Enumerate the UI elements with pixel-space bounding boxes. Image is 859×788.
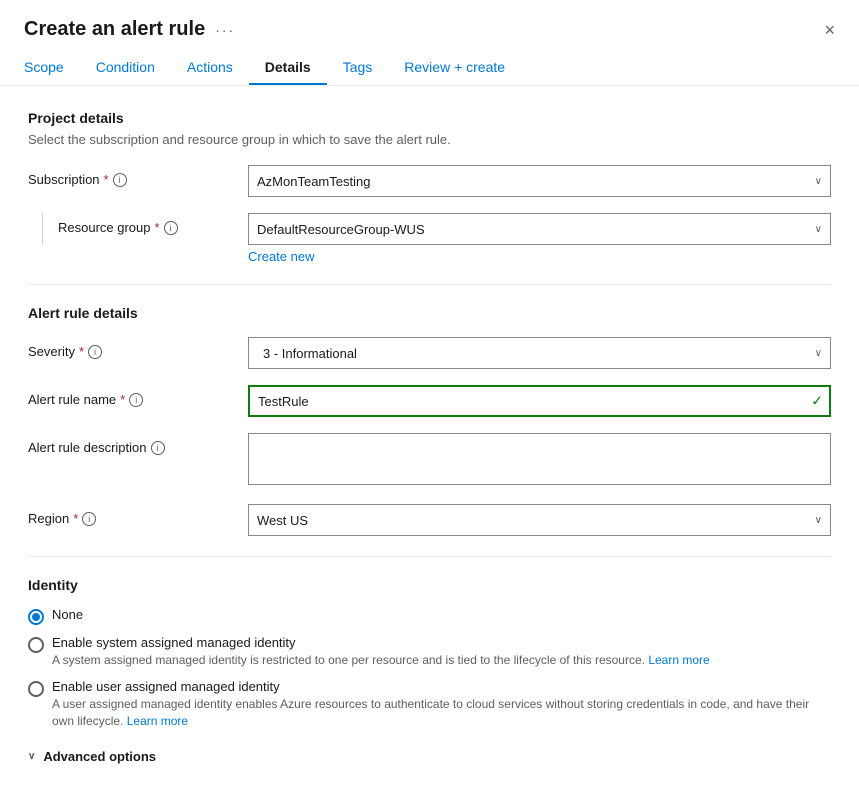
nav-tabs: Scope Condition Actions Details Tags Rev… — [0, 51, 859, 86]
subscription-select[interactable]: AzMonTeamTesting ∨ — [248, 165, 831, 197]
identity-section: Identity None Enable system assigned man… — [28, 577, 831, 729]
subscription-group: Subscription * i AzMonTeamTesting ∨ — [28, 165, 831, 197]
identity-system-radio[interactable] — [28, 637, 44, 653]
subscription-control: AzMonTeamTesting ∨ — [248, 165, 831, 197]
alert-rule-name-input-wrapper: ✓ — [248, 385, 831, 417]
severity-info-icon: i — [88, 345, 102, 359]
alert-rule-desc-input[interactable] — [248, 433, 831, 485]
advanced-options-label: Advanced options — [43, 749, 156, 764]
identity-user-option: Enable user assigned managed identity A … — [28, 679, 831, 730]
tab-tags[interactable]: Tags — [327, 51, 389, 85]
region-group: Region * i West US ∨ — [28, 504, 831, 536]
identity-none-label-wrapper: None — [52, 607, 83, 622]
identity-user-desc: A user assigned managed identity enables… — [52, 696, 831, 730]
tab-condition[interactable]: Condition — [80, 51, 171, 85]
identity-system-label: Enable system assigned managed identity — [52, 635, 710, 650]
subscription-chevron-icon: ∨ — [815, 176, 822, 187]
severity-value: 3 - Informational — [263, 346, 357, 361]
severity-required: * — [79, 344, 84, 359]
project-details-desc: Select the subscription and resource gro… — [28, 132, 831, 147]
resource-group-group: Resource group * i DefaultResourceGroup-… — [28, 213, 831, 264]
severity-control: 3 - Informational ∨ — [248, 337, 831, 369]
region-label: Region * i — [28, 504, 248, 526]
identity-system-learn-more-link[interactable]: Learn more — [648, 653, 709, 667]
divider-2 — [28, 556, 831, 557]
alert-rule-name-control: ✓ — [248, 385, 831, 417]
identity-user-learn-more-link[interactable]: Learn more — [127, 714, 188, 728]
resource-group-label: Resource group * i — [58, 213, 248, 235]
advanced-options-chevron-icon: ∨ — [28, 751, 35, 762]
identity-user-label-wrapper: Enable user assigned managed identity A … — [52, 679, 831, 730]
subscription-info-icon: i — [113, 173, 127, 187]
severity-label: Severity * i — [28, 337, 248, 359]
divider-1 — [28, 284, 831, 285]
resource-group-control: DefaultResourceGroup-WUS ∨ Create new — [248, 213, 831, 264]
region-control: West US ∨ — [248, 504, 831, 536]
resource-group-select[interactable]: DefaultResourceGroup-WUS ∨ — [248, 213, 831, 245]
resource-group-info-icon: i — [164, 221, 178, 235]
sub-line — [42, 213, 43, 245]
dialog-title-text: Create an alert rule — [24, 18, 205, 41]
resource-group-chevron-icon: ∨ — [815, 224, 822, 235]
region-value: West US — [257, 513, 308, 528]
alert-rule-name-group: Alert rule name * i ✓ — [28, 385, 831, 417]
identity-system-label-wrapper: Enable system assigned managed identity … — [52, 635, 710, 669]
advanced-options-toggle[interactable]: ∨ Advanced options — [28, 749, 831, 764]
dialog-title-ellipsis: ··· — [215, 22, 235, 38]
alert-rule-desc-label: Alert rule description i — [28, 433, 248, 455]
identity-none-option: None — [28, 607, 831, 625]
identity-system-option: Enable system assigned managed identity … — [28, 635, 831, 669]
alert-rule-name-label: Alert rule name * i — [28, 385, 248, 407]
resource-group-required: * — [155, 220, 160, 235]
alert-rule-name-check-icon: ✓ — [811, 393, 823, 410]
severity-group: Severity * i 3 - Informational ∨ — [28, 337, 831, 369]
identity-user-radio[interactable] — [28, 681, 44, 697]
tab-scope[interactable]: Scope — [24, 51, 80, 85]
identity-none-label: None — [52, 607, 83, 622]
resource-group-value: DefaultResourceGroup-WUS — [257, 222, 425, 237]
alert-rule-desc-control — [248, 433, 831, 488]
severity-chevron-icon: ∨ — [815, 348, 822, 359]
identity-user-label: Enable user assigned managed identity — [52, 679, 831, 694]
identity-radio-group: None Enable system assigned managed iden… — [28, 607, 831, 729]
region-info-icon: i — [82, 512, 96, 526]
project-details-title: Project details — [28, 110, 831, 126]
tab-details[interactable]: Details — [249, 51, 327, 85]
alert-rule-name-info-icon: i — [129, 393, 143, 407]
content-area: Project details Select the subscription … — [0, 86, 859, 788]
project-details-section: Project details Select the subscription … — [28, 110, 831, 264]
alert-rule-desc-group: Alert rule description i — [28, 433, 831, 488]
subscription-label: Subscription * i — [28, 165, 248, 187]
identity-none-radio[interactable] — [28, 609, 44, 625]
region-required: * — [73, 511, 78, 526]
tab-review-create[interactable]: Review + create — [388, 51, 521, 85]
alert-rule-details-title: Alert rule details — [28, 305, 831, 321]
region-chevron-icon: ∨ — [815, 515, 822, 526]
severity-select[interactable]: 3 - Informational ∨ — [248, 337, 831, 369]
subscription-value: AzMonTeamTesting — [257, 174, 370, 189]
subscription-required: * — [104, 172, 109, 187]
create-alert-rule-dialog: Create an alert rule ··· × Scope Conditi… — [0, 0, 859, 788]
alert-rule-details-section: Alert rule details Severity * i 3 - Info… — [28, 305, 831, 536]
dialog-header: Create an alert rule ··· × — [0, 0, 859, 51]
close-button[interactable]: × — [824, 21, 835, 39]
sub-indent — [28, 213, 58, 245]
severity-select-wrapper: 3 - Informational ∨ — [248, 337, 831, 369]
tab-actions[interactable]: Actions — [171, 51, 249, 85]
alert-rule-desc-info-icon: i — [151, 441, 165, 455]
identity-system-desc: A system assigned managed identity is re… — [52, 652, 710, 669]
alert-rule-name-required: * — [120, 392, 125, 407]
dialog-title: Create an alert rule ··· — [24, 18, 235, 41]
create-new-link[interactable]: Create new — [248, 249, 831, 264]
identity-title: Identity — [28, 577, 831, 593]
region-select[interactable]: West US ∨ — [248, 504, 831, 536]
alert-rule-name-input[interactable] — [248, 385, 831, 417]
